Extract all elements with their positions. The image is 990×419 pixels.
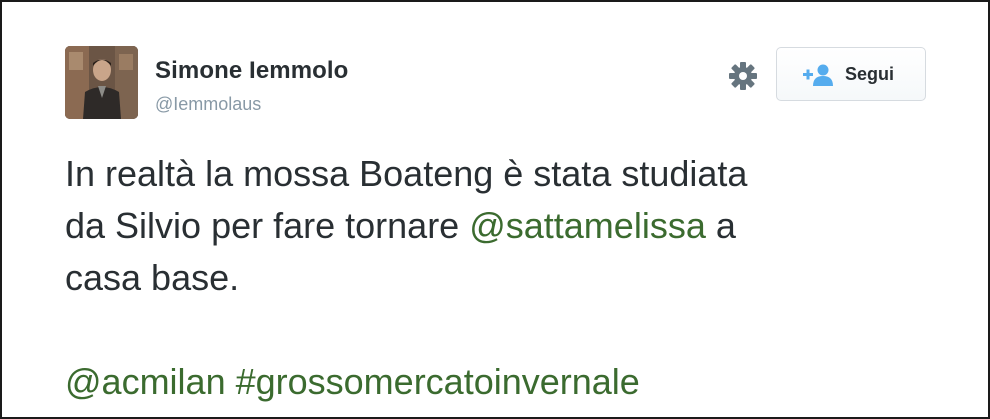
- mention-acmilan-link[interactable]: @acmilan: [65, 361, 226, 402]
- hashtag-grossomercatoinvernale-link[interactable]: #grossomercatoinvernale: [236, 361, 640, 402]
- tweet-line-1: In realtà la mossa Boateng è stata studi…: [65, 153, 748, 194]
- follow-label: Segui: [845, 64, 895, 84]
- tweet-line-2-suffix: a: [705, 205, 736, 246]
- tweet-card: Simone Iemmolo @Iemmolaus Segui In realt…: [0, 0, 990, 419]
- tweet-space: [226, 361, 236, 402]
- mention-sattamelissa-link[interactable]: @sattamelissa: [469, 205, 706, 246]
- tweet-line-5: @acmilan #grossomercatoinvernale: [65, 356, 945, 408]
- author-handle[interactable]: @Iemmolaus: [155, 94, 261, 115]
- follow-button[interactable]: Segui: [776, 47, 926, 101]
- gear-icon[interactable]: [728, 61, 758, 91]
- tweet-line-2: da Silvio per fare tornare @sattamelissa…: [65, 200, 945, 252]
- author-name[interactable]: Simone Iemmolo: [155, 57, 348, 85]
- add-user-icon: [803, 64, 835, 86]
- tweet-line-2-prefix: da Silvio per fare tornare: [65, 205, 470, 246]
- tweet-line-3: casa base.: [65, 257, 240, 298]
- tweet-text: In realtà la mossa Boateng è stata studi…: [65, 148, 945, 408]
- avatar[interactable]: [65, 46, 138, 119]
